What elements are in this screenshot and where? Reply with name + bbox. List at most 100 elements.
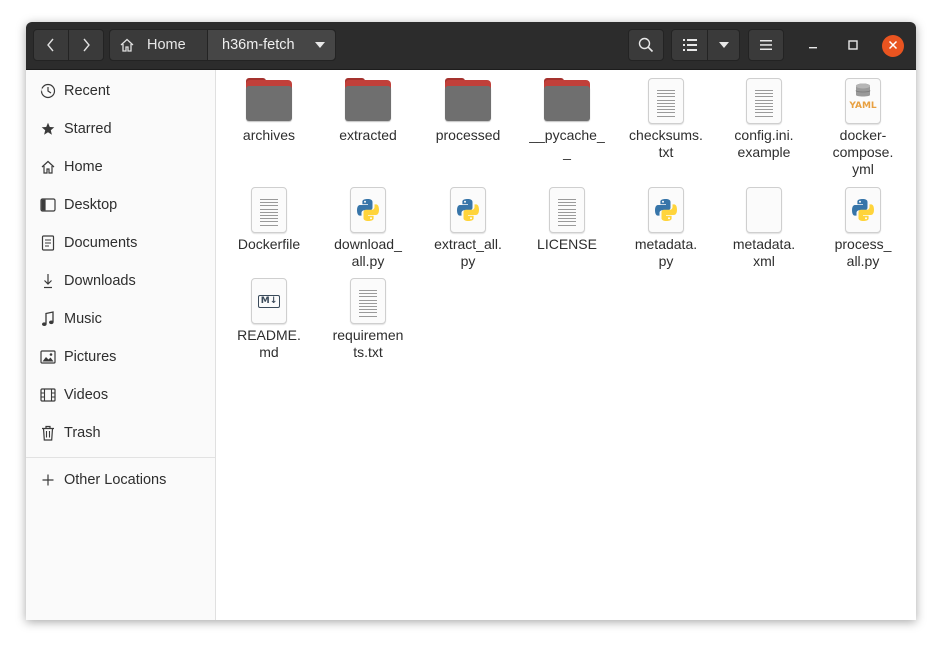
file-name-line: xml	[753, 253, 775, 269]
close-button[interactable]	[882, 35, 904, 57]
file-name-line: all.py	[846, 253, 880, 269]
sidebar-item-label: Downloads	[64, 273, 136, 289]
list-view-button[interactable]	[671, 29, 708, 61]
music-note-icon	[39, 310, 57, 328]
file-manager-window: Home h36m-fetch Recent Starred Home Desk…	[26, 22, 916, 620]
folder-icon	[543, 78, 591, 126]
sidebar-item-label: Music	[64, 311, 102, 327]
file-name-line: download_	[334, 236, 402, 252]
sidebar-item-label: Desktop	[64, 197, 118, 213]
minimize-icon	[808, 37, 818, 55]
path-bar: Home h36m-fetch	[109, 29, 336, 61]
maximize-button[interactable]	[842, 35, 864, 57]
python-file-icon	[642, 187, 690, 235]
file-name-line: ts.txt	[353, 344, 383, 360]
file-name-line: metadata.	[732, 236, 796, 252]
breadcrumb-home-label: Home	[147, 37, 186, 53]
file-item[interactable]: __pycache_ _	[517, 78, 617, 161]
file-item[interactable]: requiremen ts.txt	[318, 278, 418, 361]
file-grid: archives extracted processed __pycache_ _ che…	[216, 70, 916, 620]
file-name-label: metadata. xml	[714, 236, 814, 270]
sidebar-item-label: Home	[64, 159, 103, 175]
sidebar-item-label: Videos	[64, 387, 109, 403]
sidebar-item-downloads[interactable]: Downloads	[26, 263, 215, 299]
file-item[interactable]: M↓ README. md	[219, 278, 319, 361]
sidebar-item-desktop[interactable]: Desktop	[26, 187, 215, 223]
file-item[interactable]: extract_all. py	[418, 187, 518, 270]
yaml-file-icon: YAML	[839, 78, 887, 126]
file-name-label: processed	[435, 127, 501, 143]
file-name-label: extract_all. py	[418, 236, 518, 270]
file-item[interactable]: process_ all.py	[813, 187, 913, 270]
sidebar-item-other-locations[interactable]: Other Locations	[26, 462, 215, 498]
file-item[interactable]: config.ini. example	[714, 78, 814, 161]
sidebar-item-label: Other Locations	[64, 472, 167, 488]
file-name-label: metadata. py	[616, 236, 716, 270]
main-menu-button[interactable]	[748, 29, 784, 61]
python-file-icon	[839, 187, 887, 235]
file-name-line: process_	[834, 236, 892, 252]
file-name-line: yml	[852, 161, 874, 177]
file-item[interactable]: extracted	[318, 78, 418, 144]
file-item[interactable]: YAML docker-compose. yml	[813, 78, 913, 178]
file-name-label: extracted	[339, 127, 397, 143]
sidebar-item-home[interactable]: Home	[26, 149, 215, 185]
file-name-line: config.ini.	[734, 127, 794, 143]
file-item[interactable]: LICENSE	[517, 187, 617, 253]
file-item[interactable]: archives	[219, 78, 319, 144]
file-name-label: requiremen ts.txt	[318, 327, 418, 361]
file-item[interactable]: processed	[418, 78, 518, 144]
plus-icon	[39, 471, 57, 489]
file-name-line: requiremen	[332, 327, 404, 343]
file-name-line: README.	[237, 327, 301, 343]
document-icon	[39, 234, 57, 252]
maximize-icon	[848, 37, 858, 55]
sidebar-item-label: Trash	[64, 425, 101, 441]
file-name-line: checksums.	[629, 127, 703, 143]
forward-button[interactable]	[68, 29, 104, 61]
sidebar-item-recent[interactable]: Recent	[26, 73, 215, 109]
sidebar-item-videos[interactable]: Videos	[26, 377, 215, 413]
picture-icon	[39, 348, 57, 366]
text-file-icon	[642, 78, 690, 126]
file-name-line: __pycache_	[529, 127, 605, 143]
sidebar-item-label: Recent	[64, 83, 110, 99]
file-name-line: txt	[658, 144, 674, 160]
clock-icon	[39, 82, 57, 100]
file-name-line: extract_all.	[434, 236, 502, 252]
breadcrumb-current[interactable]: h36m-fetch	[208, 30, 335, 60]
sidebar-item-starred[interactable]: Starred	[26, 111, 215, 147]
file-name-line: all.py	[351, 253, 385, 269]
file-item[interactable]: download_ all.py	[318, 187, 418, 270]
file-item[interactable]: checksums. txt	[616, 78, 716, 161]
text-file-icon	[740, 78, 788, 126]
xml-file-icon	[740, 187, 788, 235]
view-options-button[interactable]	[707, 29, 740, 61]
python-file-icon	[444, 187, 492, 235]
text-file-icon	[543, 187, 591, 235]
file-name-label: Dockerfile	[237, 236, 301, 252]
file-name-label: config.ini. example	[714, 127, 814, 161]
minimize-button[interactable]	[802, 35, 824, 57]
download-icon	[39, 272, 57, 290]
breadcrumb-home[interactable]: Home	[110, 30, 208, 60]
desktop-icon	[39, 196, 57, 214]
chevron-left-icon	[46, 37, 56, 53]
sidebar-item-documents[interactable]: Documents	[26, 225, 215, 261]
sidebar-item-trash[interactable]: Trash	[26, 415, 215, 451]
breadcrumb-current-label: h36m-fetch	[222, 37, 295, 53]
file-name-label: download_ all.py	[318, 236, 418, 270]
file-name-line: _	[563, 144, 571, 160]
file-item[interactable]: Dockerfile	[219, 187, 319, 253]
sidebar-item-music[interactable]: Music	[26, 301, 215, 337]
sidebar-item-pictures[interactable]: Pictures	[26, 339, 215, 375]
home-icon	[119, 37, 135, 53]
header-bar: Home h36m-fetch	[26, 22, 916, 70]
file-name-line: metadata.	[634, 236, 698, 252]
back-button[interactable]	[33, 29, 69, 61]
search-button[interactable]	[628, 29, 664, 61]
file-item[interactable]: metadata. py	[616, 187, 716, 270]
file-item[interactable]: metadata. xml	[714, 187, 814, 270]
folder-icon	[245, 78, 293, 126]
file-name-line: py	[658, 253, 674, 269]
